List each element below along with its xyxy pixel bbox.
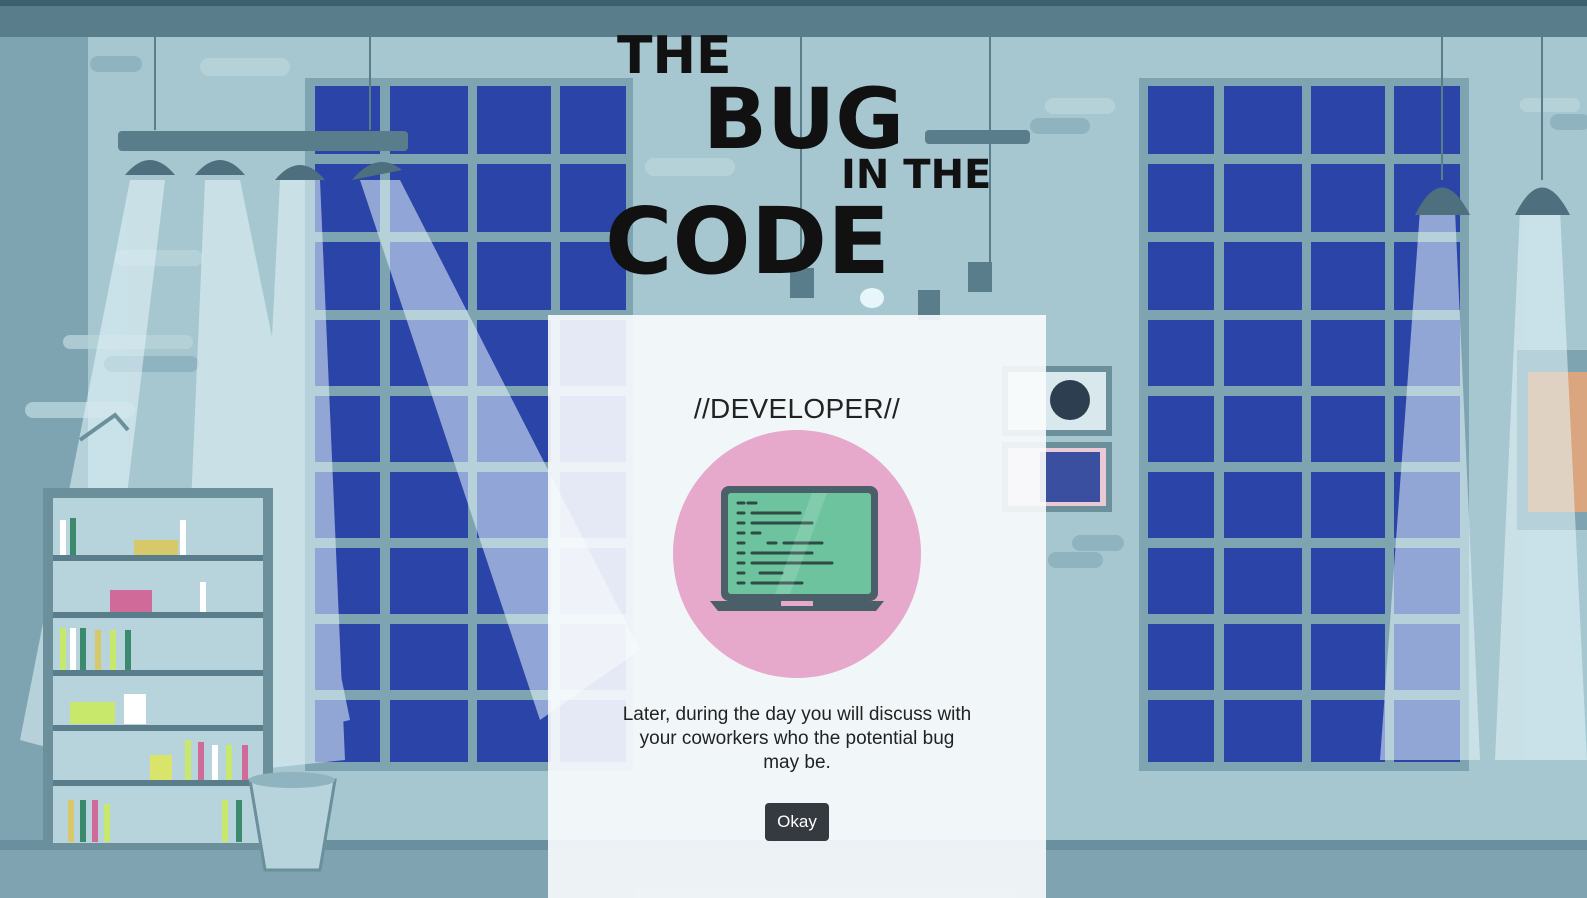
game-logo: THE BUG IN THE CODE bbox=[605, 26, 991, 283]
logo-line-code: CODE bbox=[605, 188, 890, 283]
dialog-title: //DEVELOPER// bbox=[693, 393, 901, 424]
developer-dialog: //DEVELOPER// Later, during the day you … bbox=[548, 315, 1046, 898]
dialog-message: Later, during the day you will discuss w… bbox=[622, 704, 972, 773]
okay-button[interactable]: Okay bbox=[765, 803, 829, 841]
laptop-code-icon bbox=[673, 430, 921, 678]
